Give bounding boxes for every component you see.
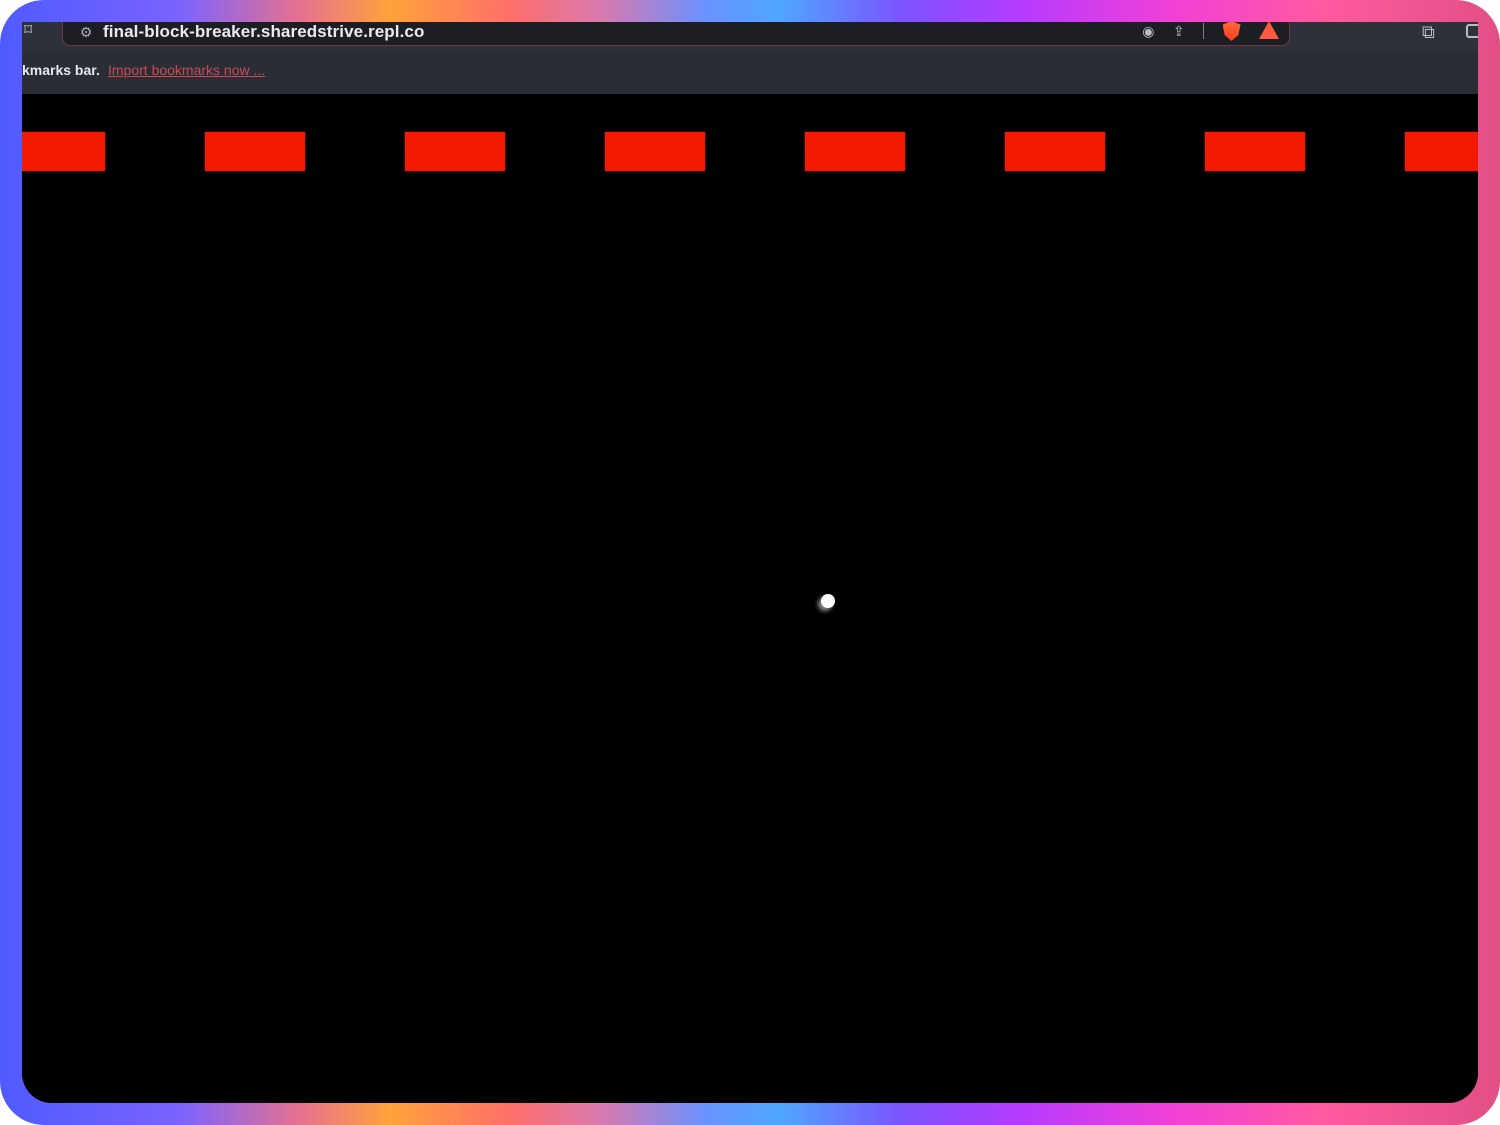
- brick: [1205, 132, 1305, 171]
- game-canvas[interactable]: [22, 94, 1478, 1103]
- bookmark-icon[interactable]: ⌑: [24, 22, 38, 42]
- import-bookmarks-link[interactable]: Import bookmarks now ...: [108, 62, 265, 78]
- site-settings-icon[interactable]: ⚙: [77, 23, 95, 41]
- brave-shields-icon[interactable]: [1222, 22, 1241, 41]
- brick: [805, 132, 905, 171]
- brick: [1005, 132, 1105, 171]
- toolbar-divider: [1203, 23, 1205, 39]
- address-bar[interactable]: ⚙ final-block-breaker.sharedstrive.repl.…: [62, 22, 1290, 46]
- media-icon[interactable]: ◉: [1142, 22, 1154, 41]
- browser-toolbar: ⌑ ⚙ final-block-breaker.sharedstrive.rep…: [22, 22, 1478, 50]
- brave-rewards-icon[interactable]: [1259, 22, 1279, 39]
- bookmarks-bar-text: kmarks bar.: [22, 62, 100, 78]
- ball: [821, 594, 835, 608]
- brick: [205, 132, 305, 171]
- brick: [22, 132, 105, 171]
- url-text[interactable]: final-block-breaker.sharedstrive.repl.co: [103, 22, 424, 42]
- brick: [605, 132, 705, 171]
- browser-window: ⌑ ⚙ final-block-breaker.sharedstrive.rep…: [22, 22, 1478, 1103]
- brick: [405, 132, 505, 171]
- bookmarks-bar: kmarks bar. Import bookmarks now ...: [22, 50, 1478, 94]
- gradient-frame: ⌑ ⚙ final-block-breaker.sharedstrive.rep…: [0, 0, 1500, 1125]
- brick: [1405, 132, 1478, 171]
- extensions-icon[interactable]: ⧉: [1422, 22, 1435, 42]
- address-bar-actions: ◉ ⇪: [1128, 22, 1279, 43]
- share-icon[interactable]: ⇪: [1173, 22, 1185, 41]
- sidepanel-icon[interactable]: [1466, 24, 1478, 38]
